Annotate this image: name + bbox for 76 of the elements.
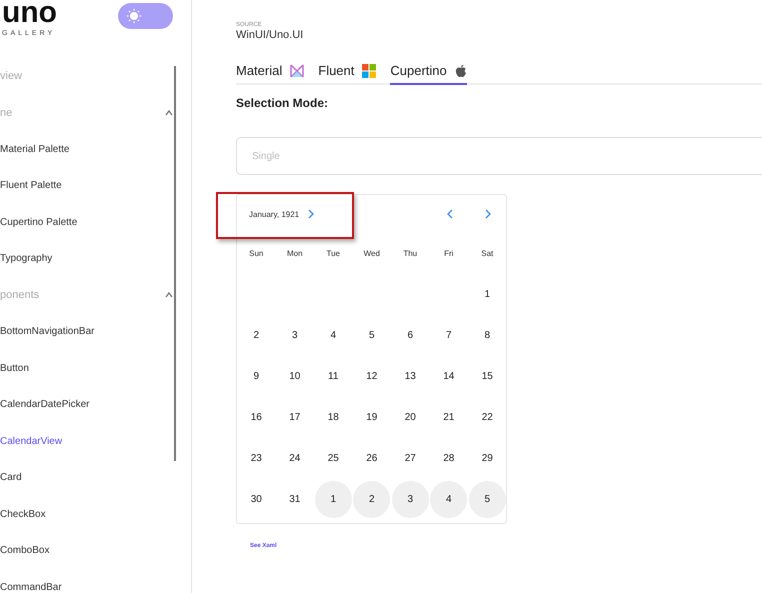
theme-tab[interactable]: Material xyxy=(236,63,304,85)
calendar-day[interactable]: 1 xyxy=(468,276,506,313)
sidebar-item[interactable]: CalendarDatePicker xyxy=(0,386,191,423)
calendar-day[interactable]: 7 xyxy=(430,317,468,354)
logo-wordmark: uno xyxy=(2,0,57,28)
next-month-button[interactable] xyxy=(484,209,492,219)
sidebar-item[interactable]: BottomNavigationBar xyxy=(0,314,191,350)
calendar-day[interactable]: 28 xyxy=(430,440,468,477)
selection-mode-field[interactable]: Single xyxy=(236,137,762,175)
calendar-day[interactable]: 27 xyxy=(392,440,429,477)
calendar-day[interactable]: 10 xyxy=(276,358,314,395)
calendar-day[interactable]: 14 xyxy=(430,358,468,395)
sun-icon xyxy=(126,8,142,24)
calendar-day[interactable]: 22 xyxy=(468,399,506,436)
calendar-day[interactable]: 3 xyxy=(392,481,429,518)
sidebar-item[interactable]: ComboBox xyxy=(0,532,191,569)
sidebar-item[interactable]: Button xyxy=(0,350,191,386)
theme-tab[interactable]: Fluent xyxy=(318,63,376,85)
calendar-day[interactable]: 23 xyxy=(238,440,275,477)
calendar-day[interactable]: 31 xyxy=(276,481,314,518)
calendar-day[interactable]: 4 xyxy=(314,317,352,354)
calendar-day[interactable]: 9 xyxy=(238,358,275,395)
apple-logo-icon xyxy=(454,64,467,78)
calendar-day[interactable]: 12 xyxy=(353,358,390,395)
calendar-day[interactable]: 3 xyxy=(276,317,314,354)
calendar-day[interactable]: 17 xyxy=(276,399,314,436)
month-label: January, 1921 xyxy=(249,210,300,218)
windows-logo-icon xyxy=(362,64,376,78)
sidebar-item[interactable]: CalendarView xyxy=(0,423,191,460)
calendar-day[interactable]: 4 xyxy=(430,481,468,518)
sidebar-item[interactable]: CheckBox xyxy=(0,496,191,532)
sidebar-item[interactable]: CommandBar xyxy=(0,569,191,593)
calendar-day[interactable]: 6 xyxy=(392,317,429,354)
calendar-day[interactable]: 25 xyxy=(314,440,352,477)
theme-tab[interactable]: Cupertino xyxy=(390,63,467,85)
calendar-day[interactable]: 26 xyxy=(353,440,390,477)
sidebar-item[interactable]: Fluent Palette xyxy=(0,168,191,204)
weekday-label: Fri xyxy=(443,248,454,260)
source-value: WinUI/Uno.UI xyxy=(236,29,304,41)
month-expand-button[interactable] xyxy=(307,209,316,219)
calendar-day[interactable]: 13 xyxy=(392,358,429,395)
sidebar-item[interactable]: Material Palette xyxy=(0,131,191,168)
sidebar-item[interactable]: Typography xyxy=(0,240,191,277)
calendar-day[interactable]: 2 xyxy=(353,481,390,518)
calendar-day[interactable]: 24 xyxy=(276,440,314,477)
weekday-label: Tue xyxy=(326,248,341,260)
sidebar-item[interactable]: Card xyxy=(0,460,191,496)
calendar-day[interactable]: 5 xyxy=(468,481,506,518)
calendar-day[interactable]: 15 xyxy=(468,358,506,395)
calendar-day[interactable]: 30 xyxy=(238,481,275,518)
calendar-day[interactable]: 18 xyxy=(314,399,352,436)
calendar-day[interactable]: 5 xyxy=(353,317,390,354)
calendar-day[interactable]: 20 xyxy=(392,399,429,436)
chevron-left-icon xyxy=(446,209,454,219)
calendar-day[interactable]: 16 xyxy=(238,399,275,436)
calendar-day[interactable]: 29 xyxy=(468,440,506,477)
calendar-day[interactable]: 1 xyxy=(314,481,352,518)
material-logo-icon xyxy=(290,64,304,78)
selection-mode-label: Selection Mode: xyxy=(236,96,330,110)
calendar-day[interactable]: 21 xyxy=(430,399,468,436)
theme-toggle[interactable] xyxy=(118,3,173,29)
sidebar-item[interactable]: Cupertino Palette xyxy=(0,204,191,240)
weekday-label: Thu xyxy=(402,248,418,260)
scrollbar[interactable] xyxy=(174,66,176,461)
calendar-day[interactable]: 19 xyxy=(353,399,390,436)
calendar-day[interactable]: 8 xyxy=(468,317,506,354)
calendar-day[interactable]: 11 xyxy=(314,358,352,395)
weekday-label: Wed xyxy=(362,248,381,260)
chevron-right-icon xyxy=(484,209,492,219)
weekday-label: Mon xyxy=(286,248,304,260)
weekday-label: Sat xyxy=(480,248,494,260)
chevron-right-icon xyxy=(307,209,316,219)
weekday-label: Sun xyxy=(248,248,264,260)
chevron-up-icon xyxy=(165,108,173,118)
previous-month-button[interactable] xyxy=(446,209,454,219)
calendar-day[interactable]: 2 xyxy=(238,317,275,354)
